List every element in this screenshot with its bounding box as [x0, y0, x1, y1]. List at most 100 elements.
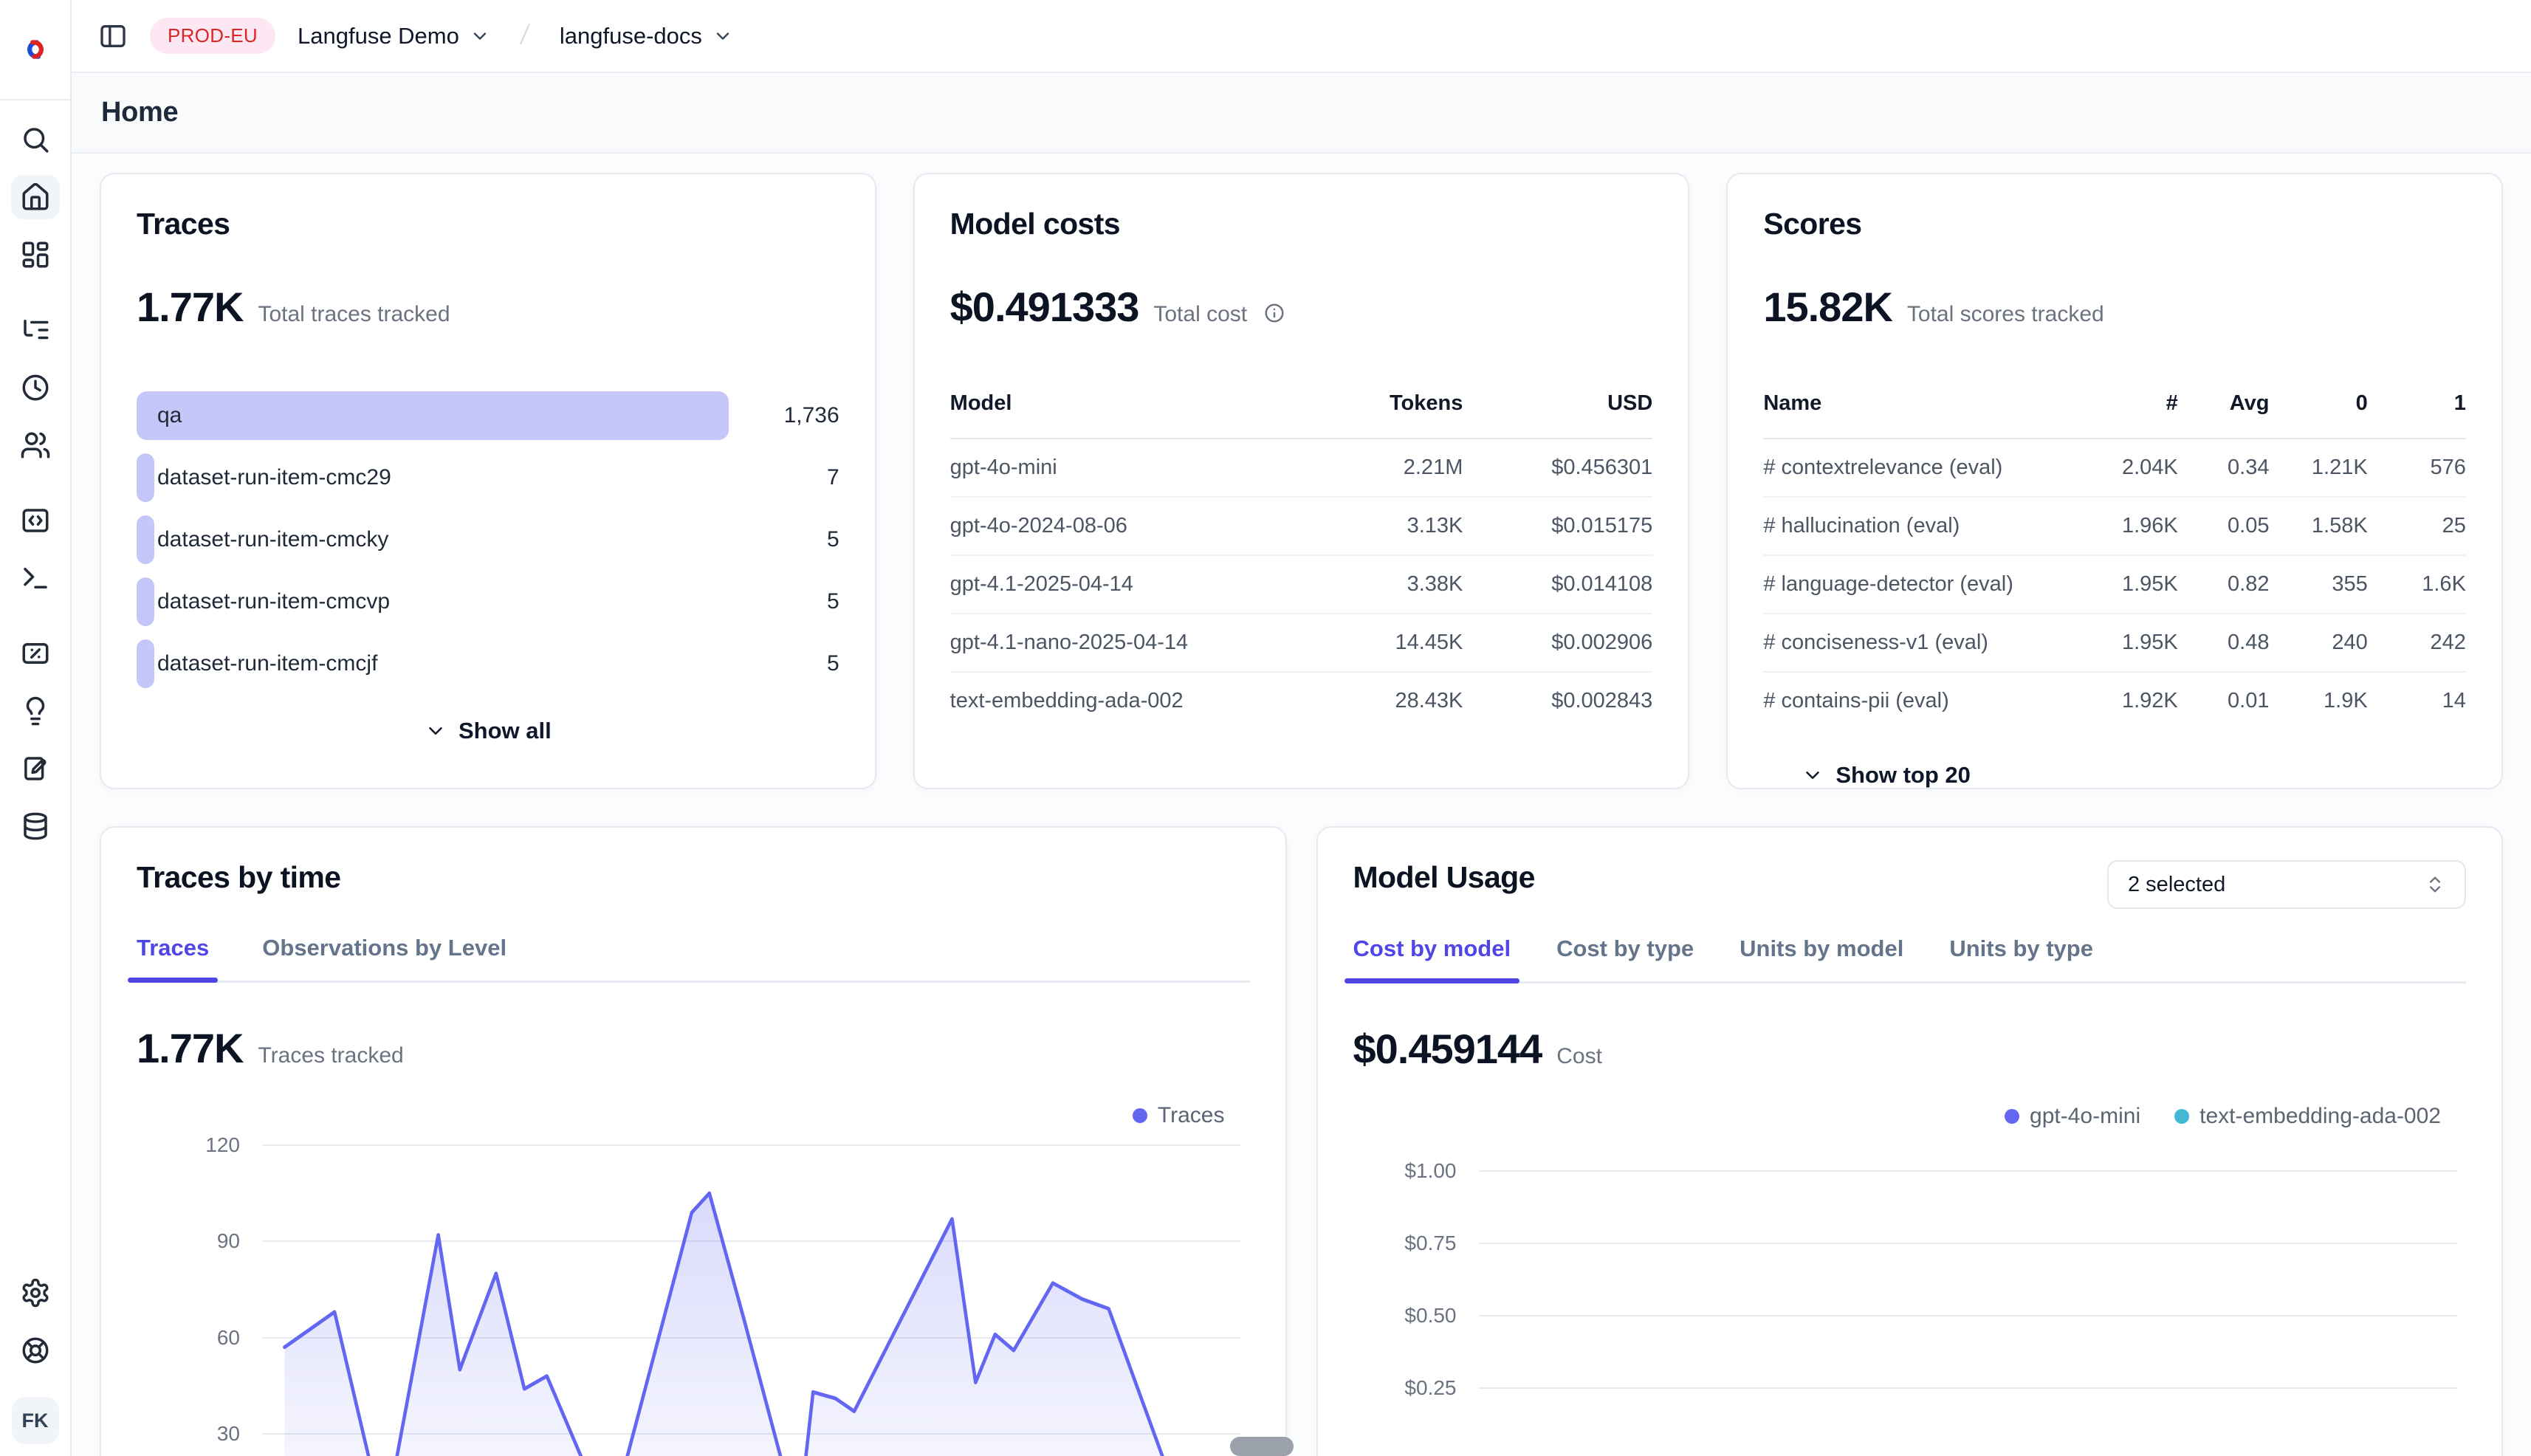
bar-value: 5 [729, 577, 839, 626]
sidebar-toggle-button[interactable] [98, 21, 128, 51]
sidebar-item-annotation[interactable] [0, 740, 71, 797]
sidebar-item-users[interactable] [0, 416, 71, 474]
bar-fill [137, 639, 154, 688]
sessions-icon [11, 365, 60, 410]
bar-fill [137, 515, 154, 564]
bar-fill [137, 453, 154, 502]
bar-value: 5 [729, 515, 839, 564]
y-axis-label: 30 [137, 1422, 240, 1446]
show-top-20-button[interactable]: Show top 20 [1802, 762, 1971, 789]
bar-label: dataset-run-item-cmcvp [157, 589, 390, 614]
model-usage-card: Model Usage 2 selected Cost by modelCost… [1316, 826, 2504, 1456]
chevron-down-icon [1802, 764, 1824, 786]
sidebar-item-dashboards[interactable] [0, 226, 71, 284]
page-title: Home [101, 97, 178, 128]
sidebar-item-support[interactable] [0, 1322, 71, 1379]
tab-units-by-type[interactable]: Units by type [1949, 935, 2093, 981]
horizontal-scrollbar-thumb[interactable] [1230, 1437, 1294, 1456]
table-cell: 1.95K [2072, 572, 2178, 597]
langfuse-logo[interactable] [0, 0, 70, 100]
org-switcher[interactable]: Langfuse Demo [298, 23, 490, 49]
table-cell: $0.015175 [1463, 514, 1652, 538]
legend-dot-icon [2174, 1109, 2189, 1124]
trace-bar-row: dataset-run-item-cmcvp 5 [137, 577, 839, 626]
table-cell: 242 [2368, 631, 2466, 655]
total-cost-metric: $0.491333 [950, 283, 1139, 331]
bar-track: dataset-run-item-cmc29 [137, 453, 729, 502]
scores-card-title: Scores [1763, 207, 2466, 241]
main-column: PROD-EU Langfuse Demo langfuse-docs Home… [72, 0, 2531, 1456]
table-row: # conciseness-v1 (eval)1.95K0.48240242 [1763, 614, 2466, 673]
sidebar-item-prompts[interactable] [0, 492, 71, 549]
usage-cost-metric: $0.459144 [1353, 1025, 1542, 1073]
traces-total-metric: 1.77K [137, 283, 243, 331]
tab-cost-by-type[interactable]: Cost by type [1556, 935, 1694, 981]
table-cell: 240 [2269, 631, 2367, 655]
annotation-icon [11, 746, 60, 791]
table-cell: $0.002906 [1463, 631, 1652, 655]
y-axis-label: $0.25 [1353, 1376, 1457, 1400]
legend-dot-icon [2005, 1109, 2019, 1124]
traces-card: Traces 1.77K Total traces tracked qa1,73… [100, 173, 876, 789]
project-switcher[interactable]: langfuse-docs [560, 23, 733, 49]
table-cell: 2.21M [1273, 456, 1463, 480]
table-cell: 576 [2368, 456, 2466, 480]
table-cell: 0.34 [2178, 456, 2270, 480]
sidebar-item-tracing[interactable] [0, 301, 71, 359]
user-avatar[interactable]: FK [12, 1397, 59, 1444]
scores-table: Name#Avg01 # contextrelevance (eval)2.04… [1763, 391, 2466, 729]
table-cell: $0.456301 [1463, 456, 1652, 480]
bar-label: dataset-run-item-cmcky [157, 527, 388, 552]
trace-bar-row: qa1,736 [137, 391, 839, 440]
chart-plot-area [262, 1134, 1241, 1456]
table-cell: $0.002843 [1463, 689, 1652, 713]
traces-card-title: Traces [137, 207, 839, 241]
model-costs-table-body: gpt-4o-mini2.21M$0.456301 gpt-4o-2024-08-… [950, 439, 1653, 729]
bar-track: qa [137, 391, 729, 440]
show-all-button[interactable]: Show all [425, 718, 552, 744]
tab-traces[interactable]: Traces [137, 935, 209, 981]
table-cell: 14.45K [1273, 631, 1463, 655]
tab-cost-by-model[interactable]: Cost by model [1353, 935, 1511, 981]
table-row: # language-detector (eval)1.95K0.823551.… [1763, 556, 2466, 614]
table-cell: 14 [2368, 689, 2466, 713]
model-select[interactable]: 2 selected [2107, 860, 2466, 909]
insights-icon [11, 689, 60, 733]
traces-tracked-caption: Traces tracked [258, 1043, 403, 1068]
environment-badge: PROD-EU [150, 18, 275, 54]
info-icon[interactable] [1263, 302, 1285, 324]
sidebar-item-evaluations[interactable] [0, 625, 71, 682]
scores-table-header: Name#Avg01 [1763, 391, 2466, 439]
chevron-down-icon [712, 26, 733, 47]
sidebar-item-search[interactable] [0, 111, 71, 168]
table-row: # contextrelevance (eval)2.04K0.341.21K5… [1763, 439, 2466, 498]
table-cell: # language-detector (eval) [1763, 572, 2072, 597]
table-cell: 25 [2368, 514, 2466, 538]
sidebar-item-datasets[interactable] [0, 797, 71, 855]
scores-card: Scores 15.82K Total scores tracked Name#… [1726, 173, 2503, 789]
traces-total-caption: Total traces tracked [258, 302, 450, 327]
model-costs-card-title: Model costs [950, 207, 1653, 241]
table-cell: # contains-pii (eval) [1763, 689, 2072, 713]
sidebar-item-playground[interactable] [0, 549, 71, 607]
bar-value: 1,736 [729, 391, 839, 440]
table-row: gpt-4o-mini2.21M$0.456301 [950, 439, 1653, 498]
bar-track: dataset-run-item-cmcky [137, 515, 729, 564]
model-costs-table-header: ModelTokensUSD [950, 391, 1653, 439]
y-axis-label: $0.50 [1353, 1304, 1457, 1328]
bar-fill [137, 391, 729, 440]
sidebar-item-sessions[interactable] [0, 359, 71, 416]
legend-item: text-embedding-ada-002 [2174, 1104, 2441, 1129]
datasets-icon [11, 804, 60, 848]
sidebar-item-home[interactable] [0, 168, 71, 226]
table-cell: 1.95K [2072, 631, 2178, 655]
tab-units-by-model[interactable]: Units by model [1740, 935, 1903, 981]
table-cell: gpt-4o-2024-08-06 [950, 514, 1274, 538]
table-cell: 3.13K [1273, 514, 1463, 538]
chart-plot-area [1479, 1135, 2458, 1456]
table-cell: 28.43K [1273, 689, 1463, 713]
tab-observations-by-level[interactable]: Observations by Level [262, 935, 506, 981]
sidebar-item-settings[interactable] [0, 1264, 71, 1322]
table-row: text-embedding-ada-00228.43K$0.002843 [950, 673, 1653, 729]
sidebar-item-insights[interactable] [0, 682, 71, 740]
